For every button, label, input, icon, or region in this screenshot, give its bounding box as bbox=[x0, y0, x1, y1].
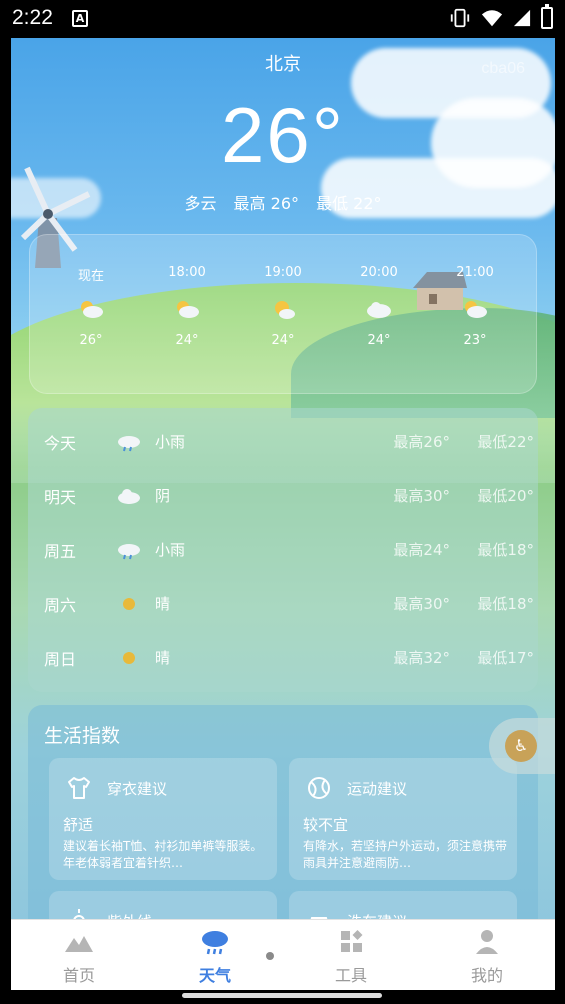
grid-icon bbox=[341, 930, 363, 952]
current-temperature: 26° bbox=[221, 91, 345, 179]
home-gesture-bar[interactable] bbox=[182, 993, 382, 998]
daily-low: 最低20° bbox=[477, 487, 534, 505]
cloudy-sun-icon bbox=[81, 301, 103, 318]
battery-icon bbox=[541, 4, 553, 29]
life-tile-clothing[interactable]: 穿衣建议 舒适 建议着长袖T恤、衬衫加单裤等服装。年老体弱者宜着针织… bbox=[49, 758, 277, 880]
daily-day: 今天 bbox=[44, 434, 77, 453]
life-tile-desc: 有降水，若坚持户外运动，须注意携带雨具并注意避雨防… bbox=[303, 839, 508, 870]
daily-low: 最低17° bbox=[477, 649, 534, 667]
rain-cloud-icon bbox=[202, 931, 228, 955]
condition-line: 多云 最高 26° 最低 22° bbox=[11, 190, 555, 214]
hourly-temp: 26° bbox=[79, 333, 103, 348]
life-index-title: 生活指数 bbox=[44, 725, 121, 747]
current-condition: 多云 bbox=[184, 194, 217, 213]
daily-row[interactable]: 周六 晴 最高30° 最低18° bbox=[28, 570, 538, 624]
tab-label: 工具 bbox=[334, 966, 367, 985]
daily-row[interactable]: 今天 小雨 最高26° 最低22° bbox=[28, 408, 538, 462]
hourly-temp: 24° bbox=[271, 333, 295, 348]
daily-condition: 阴 bbox=[155, 487, 171, 505]
daily-day: 周五 bbox=[44, 542, 77, 561]
daily-high: 最高30° bbox=[393, 487, 450, 505]
rain-cloud-icon bbox=[118, 544, 140, 560]
page-indicator-dot bbox=[266, 952, 274, 960]
cloud-icon bbox=[367, 302, 391, 318]
daily-forecast-card: 今天 小雨 最高26° 最低22° 明天 阴 最高30° 最低20° 周五 小雨… bbox=[28, 408, 538, 692]
tab-home[interactable]: 首页 bbox=[11, 920, 147, 990]
accessibility-button[interactable]: ♿ bbox=[489, 718, 555, 774]
shirt-icon bbox=[68, 777, 90, 799]
bottom-nav: 首页 天气 工具 我的 bbox=[11, 919, 555, 990]
daily-low: 最低22° bbox=[477, 433, 534, 451]
life-tile-name: 运动建议 bbox=[347, 780, 408, 798]
daily-row[interactable]: 周日 晴 最高32° 最低17° bbox=[28, 624, 538, 678]
cloudy-sun-icon bbox=[465, 301, 487, 318]
tab-profile[interactable]: 我的 bbox=[419, 920, 555, 990]
city-name[interactable]: 北京 bbox=[11, 50, 555, 76]
life-tile-level: 较不宜 bbox=[303, 816, 349, 834]
life-tile-name: 穿衣建议 bbox=[107, 780, 168, 798]
status-time: 2:22 bbox=[12, 6, 53, 29]
daily-high: 最高30° bbox=[393, 595, 450, 613]
hourly-temp: 23° bbox=[463, 333, 487, 348]
watermark: cba06 bbox=[481, 60, 525, 77]
daily-high: 最高26° bbox=[393, 433, 450, 451]
hourly-temp: 24° bbox=[367, 333, 391, 348]
daily-row[interactable]: 明天 阴 最高30° 最低20° bbox=[28, 462, 538, 516]
daily-condition: 晴 bbox=[155, 649, 171, 667]
life-tile-desc: 建议着长袖T恤、衬衫加单裤等服装。年老体弱者宜着针织… bbox=[63, 839, 263, 870]
tab-label: 我的 bbox=[470, 966, 503, 985]
notification-a-icon: A bbox=[72, 10, 88, 27]
life-tile-sport[interactable]: 运动建议 较不宜 有降水，若坚持户外运动，须注意携带雨具并注意避雨防… bbox=[289, 758, 517, 880]
hourly-time: 18:00 bbox=[168, 265, 206, 280]
sun-cloud-icon bbox=[275, 301, 295, 319]
daily-low: 最低18° bbox=[477, 595, 534, 613]
daily-condition: 小雨 bbox=[155, 433, 186, 451]
wifi-icon bbox=[481, 10, 503, 27]
daily-high: 最高24° bbox=[393, 541, 450, 559]
hourly-temp: 24° bbox=[175, 333, 199, 348]
daily-condition: 晴 bbox=[155, 595, 171, 613]
daily-day: 周六 bbox=[44, 596, 77, 615]
daily-condition: 小雨 bbox=[155, 541, 186, 559]
tab-weather[interactable]: 天气 bbox=[147, 920, 283, 990]
today-high: 最高 26° bbox=[233, 194, 299, 213]
daily-row[interactable]: 周五 小雨 最高24° 最低18° bbox=[28, 516, 538, 570]
daily-day: 周日 bbox=[44, 650, 77, 669]
ball-icon bbox=[308, 777, 330, 799]
signal-icon bbox=[513, 9, 531, 27]
daily-low: 最低18° bbox=[477, 541, 534, 559]
today-low: 最低 22° bbox=[316, 194, 382, 213]
tab-label: 天气 bbox=[198, 966, 231, 985]
status-bar: 2:22 A bbox=[0, 0, 565, 38]
tab-tools[interactable]: 工具 bbox=[283, 920, 419, 990]
daily-day: 明天 bbox=[44, 488, 77, 507]
mountain-icon bbox=[65, 936, 93, 952]
hourly-time: 19:00 bbox=[264, 265, 302, 280]
vibrate-icon bbox=[450, 8, 470, 28]
rain-cloud-icon bbox=[118, 436, 140, 452]
sun-icon bbox=[123, 652, 135, 664]
person-icon bbox=[476, 930, 498, 954]
weather-screen: 北京 cba06 26° 多云 最高 26° 最低 22° 现在 26° 18:… bbox=[11, 38, 555, 990]
hourly-time: 现在 bbox=[77, 269, 104, 284]
hourly-forecast-card[interactable]: 现在 26° 18:00 24° 19:00 24° 20:00 24° 21:… bbox=[29, 234, 537, 394]
hourly-time: 21:00 bbox=[456, 265, 494, 280]
life-tile-level: 舒适 bbox=[63, 816, 94, 834]
accessibility-icon: ♿ bbox=[505, 730, 537, 762]
cloudy-sun-icon bbox=[177, 301, 199, 318]
cloud-icon bbox=[118, 489, 140, 504]
hourly-time: 20:00 bbox=[360, 265, 398, 280]
sun-icon bbox=[123, 598, 135, 610]
tab-label: 首页 bbox=[62, 966, 95, 985]
daily-high: 最高32° bbox=[393, 649, 450, 667]
